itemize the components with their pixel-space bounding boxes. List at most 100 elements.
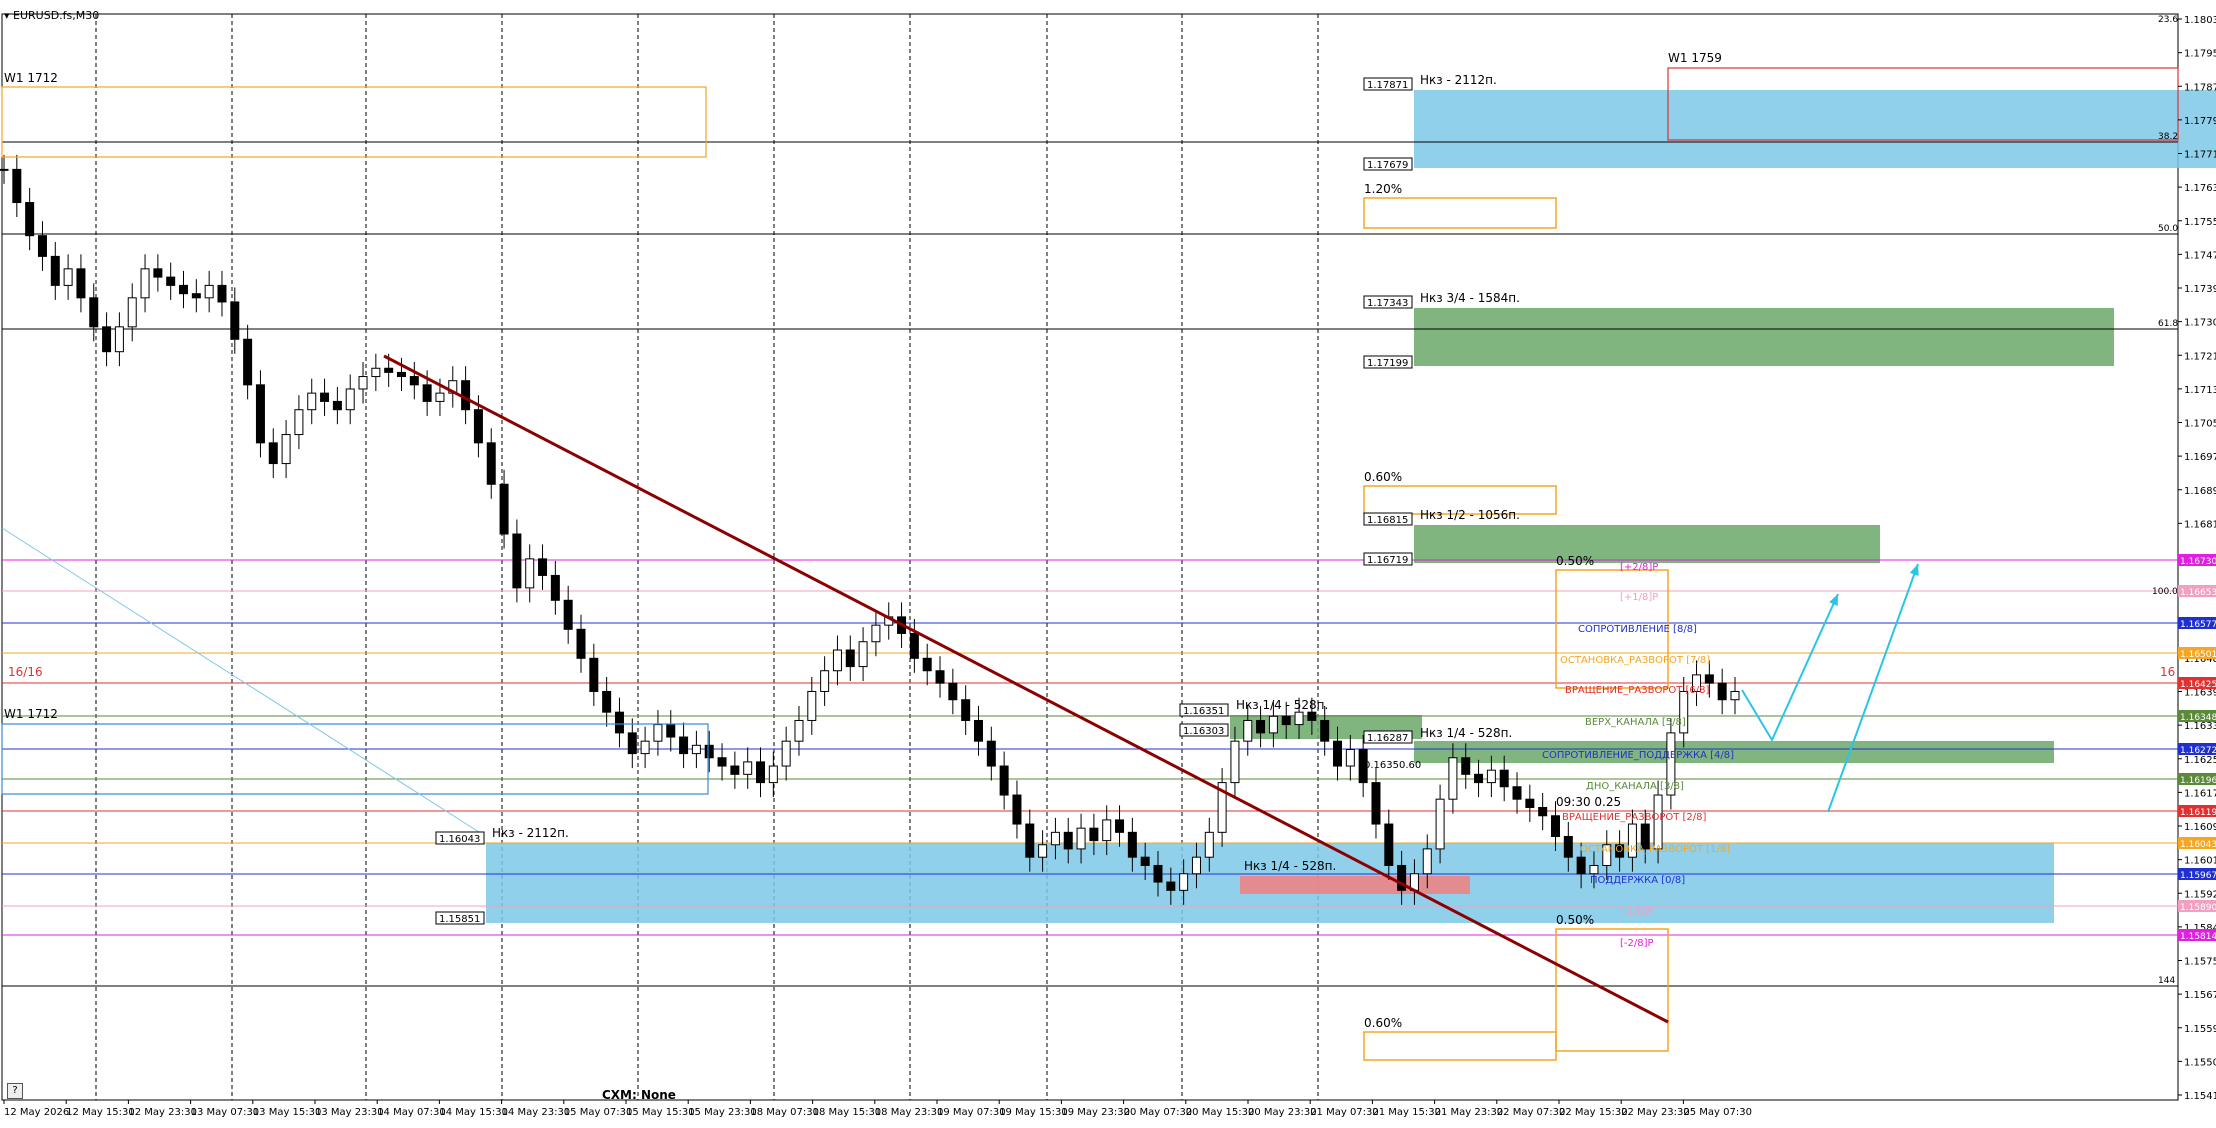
y-tick-label: 1.15414 bbox=[2184, 1091, 2216, 1102]
symbol-label: EURUSD.fs,M30 bbox=[13, 9, 100, 22]
level-count-label: 16/16 bbox=[8, 665, 43, 679]
candle-body bbox=[1563, 835, 1573, 858]
candle-body bbox=[473, 409, 483, 444]
candle-body bbox=[1717, 682, 1727, 701]
y-tick-label: 1.16250 bbox=[2184, 755, 2216, 766]
nkz-zone-label: Нкз - 2112п. bbox=[1420, 73, 1497, 87]
price-box-label: 1.16303 bbox=[1183, 726, 1224, 737]
candle-body bbox=[589, 657, 599, 692]
price-box-label: 1.16815 bbox=[1367, 515, 1408, 526]
candle-body bbox=[499, 483, 509, 535]
x-tick-label: 22 May 23:30 bbox=[1621, 1107, 1690, 1118]
price-tag-label: 1.15814 bbox=[2180, 932, 2216, 942]
candle-body bbox=[371, 367, 381, 378]
price-box-label: 1.17679 bbox=[1367, 160, 1408, 171]
candle-body bbox=[25, 202, 35, 237]
price-chart[interactable]: 38.2 50.0 61.8 144 23.6 [+2/8]P [+1/8]P СОПРОТИ… bbox=[0, 0, 2216, 1128]
candle-body bbox=[986, 740, 996, 767]
w1-top-label: W1 1712 bbox=[4, 71, 58, 85]
candle-body bbox=[563, 599, 573, 630]
candle-body bbox=[1448, 757, 1458, 800]
help-button[interactable]: ? bbox=[7, 1083, 23, 1099]
x-tick-label: 12 May 2026 bbox=[4, 1107, 69, 1118]
candle-body bbox=[1243, 719, 1253, 742]
candle-body bbox=[37, 235, 47, 257]
x-tick-label: 14 May 23:30 bbox=[502, 1107, 571, 1118]
candle-body bbox=[1076, 827, 1086, 850]
candle-body bbox=[973, 719, 983, 742]
candle-body bbox=[1268, 715, 1278, 734]
x-tick-label: 21 May 15:30 bbox=[1372, 1107, 1441, 1118]
candle-body bbox=[1422, 848, 1432, 875]
candle-body bbox=[422, 384, 432, 402]
candle-body bbox=[396, 371, 406, 378]
x-tick-label: 18 May 07:30 bbox=[750, 1107, 819, 1118]
candle-body bbox=[102, 326, 112, 353]
candle-body bbox=[781, 740, 791, 767]
candle-body bbox=[845, 649, 855, 668]
murrey-level-label: [-2/8]P bbox=[1620, 938, 1654, 949]
price-box-label: 1.17343 bbox=[1367, 298, 1408, 309]
candle-body bbox=[961, 699, 971, 721]
candle-body bbox=[1063, 831, 1073, 850]
x-tick-label: 25 May 07:30 bbox=[1683, 1107, 1752, 1118]
y-tick-label: 1.16890 bbox=[2184, 486, 2216, 497]
nkz-zone bbox=[1414, 308, 2114, 366]
candle-body bbox=[1089, 827, 1099, 842]
candle-body bbox=[525, 558, 535, 589]
candle-body bbox=[1474, 773, 1484, 784]
percent-label: 0.60% bbox=[1364, 470, 1402, 484]
candle-body bbox=[871, 624, 881, 643]
murrey-level-label: ВРАЩЕНИЕ_РАЗВОРОТ [2/8] bbox=[1562, 812, 1707, 823]
nkz-zone-label: Нкз 1/4 - 528п. bbox=[1236, 698, 1328, 712]
y-tick-label: 1.17050 bbox=[2184, 419, 2216, 430]
y-tick-label: 1.17715 bbox=[2184, 150, 2216, 161]
candle-body bbox=[1230, 740, 1240, 784]
candle-body bbox=[1115, 819, 1125, 833]
candle-body bbox=[909, 632, 919, 659]
candle-body bbox=[1140, 856, 1150, 866]
candle-body bbox=[1012, 794, 1022, 825]
candle-body bbox=[1435, 798, 1445, 850]
murrey-level-label: СОПРОТИВЛЕНИЕ [8/8] bbox=[1578, 624, 1697, 635]
y-tick-label: 1.17300 bbox=[2184, 318, 2216, 329]
price-tag-label: 1.16653 bbox=[2180, 588, 2216, 598]
fib-level-label: 100.0 bbox=[2152, 587, 2178, 597]
murrey-level-label: ВРАЩЕНИЕ_РАЗВОРОТ [6/8] bbox=[1565, 685, 1710, 696]
y-tick-label: 1.17635 bbox=[2184, 183, 2216, 194]
price-tag-label: 1.16501 bbox=[2180, 650, 2216, 660]
candle-body bbox=[230, 301, 240, 340]
w1-mid-label: W1 1712 bbox=[4, 707, 58, 721]
candle-body bbox=[255, 384, 265, 444]
x-tick-label: 22 May 15:30 bbox=[1559, 1107, 1628, 1118]
candle-body bbox=[76, 268, 86, 299]
y-tick-label: 1.17470 bbox=[2184, 250, 2216, 261]
candle-body bbox=[191, 293, 201, 299]
price-tag-label: 1.16043 bbox=[2180, 840, 2216, 850]
percent-label: 1.20% bbox=[1364, 182, 1402, 196]
candle-body bbox=[1281, 715, 1291, 726]
y-tick-label: 1.16170 bbox=[2184, 788, 2216, 799]
x-tick-label: 15 May 15:30 bbox=[626, 1107, 695, 1118]
candle-body bbox=[1461, 757, 1471, 775]
candle-body bbox=[948, 682, 958, 701]
candle-body bbox=[999, 765, 1009, 796]
y-tick-label: 1.16090 bbox=[2184, 822, 2216, 833]
candle-body bbox=[12, 168, 22, 204]
x-tick-label: 13 May 07:30 bbox=[191, 1107, 260, 1118]
fib-level-label: 38.2 bbox=[2158, 132, 2178, 142]
y-tick-label: 1.15675 bbox=[2184, 990, 2216, 1001]
murrey-level-label: ОСТАНОВКА_РАЗВОРОТ [1/8] bbox=[1580, 844, 1730, 855]
candle-body bbox=[1191, 856, 1201, 875]
candle-body bbox=[1486, 769, 1496, 784]
price-tag-label: 1.16730 bbox=[2180, 557, 2216, 567]
candle-body bbox=[1384, 823, 1394, 866]
x-tick-label: 19 May 07:30 bbox=[937, 1107, 1006, 1118]
y-tick-label: 1.17135 bbox=[2184, 385, 2216, 396]
nkz-zone-label: Нкз 1/4 - 528п. bbox=[1244, 859, 1336, 873]
price-box-label: 1.17199 bbox=[1367, 358, 1408, 369]
candle-body bbox=[320, 392, 330, 402]
candle-body bbox=[743, 761, 753, 775]
price-tag-label: 1.16272 bbox=[2180, 746, 2216, 756]
candle-body bbox=[243, 338, 253, 386]
